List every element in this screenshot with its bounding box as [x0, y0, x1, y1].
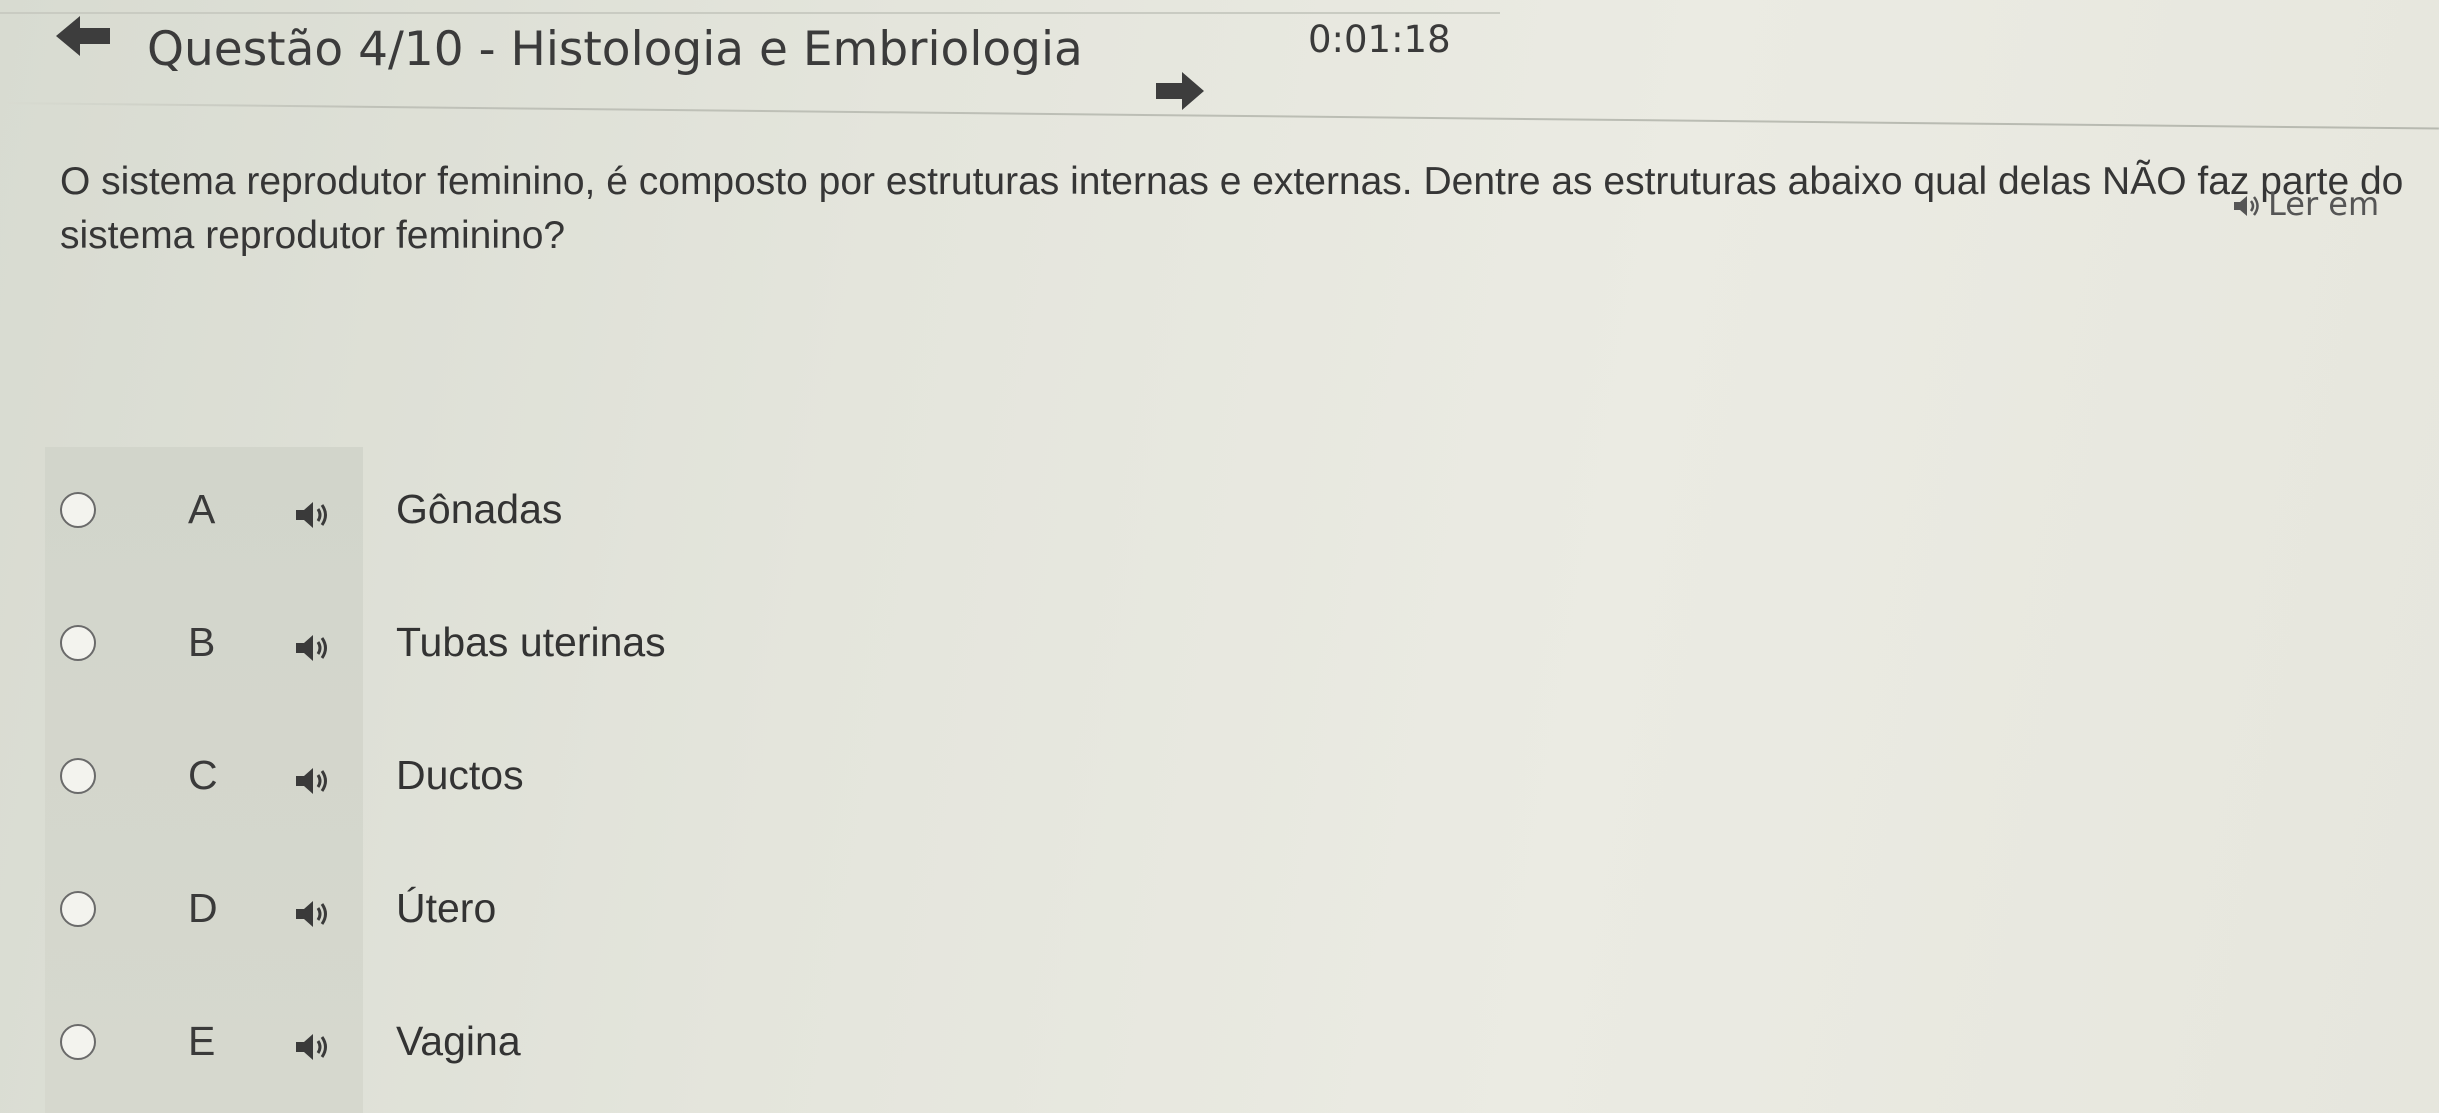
option-d[interactable]: D Útero: [60, 871, 1460, 951]
option-a[interactable]: A Gônadas: [60, 472, 1460, 552]
read-aloud-label: Ler em: [2268, 185, 2380, 223]
speaker-icon: [2234, 196, 2259, 216]
speaker-icon[interactable]: [288, 498, 338, 532]
timer: 0:01:18: [1308, 18, 1451, 61]
question-line-1: O sistema reprodutor feminino, é compost…: [60, 160, 2404, 203]
question-line-2: sistema reprodutor feminino?: [60, 214, 566, 257]
arrow-right-icon[interactable]: [1152, 66, 1208, 116]
option-letter: B: [188, 619, 216, 665]
speaker-icon[interactable]: [288, 1030, 338, 1064]
speaker-icon[interactable]: [288, 631, 338, 665]
speaker-icon[interactable]: [288, 897, 338, 931]
option-letter: D: [188, 885, 218, 931]
option-letter: A: [188, 486, 216, 532]
option-text: Ductos: [396, 752, 524, 798]
radio-button[interactable]: [60, 758, 96, 794]
option-e[interactable]: E Vagina: [60, 1004, 1460, 1084]
option-letter: C: [188, 752, 218, 798]
option-text: Útero: [396, 885, 497, 931]
read-aloud-button[interactable]: Ler em: [2232, 185, 2379, 223]
arrow-left-icon[interactable]: [52, 10, 114, 62]
header-divider: [0, 102, 2439, 130]
option-c[interactable]: C Ductos: [60, 738, 1460, 818]
option-text: Gônadas: [396, 486, 563, 532]
page-title: Questão 4/10 - Histologia e Embriologia: [147, 22, 1083, 77]
question-text: O sistema reprodutor feminino, é compost…: [60, 155, 2439, 263]
radio-button[interactable]: [60, 891, 96, 927]
option-text: Tubas uterinas: [396, 619, 666, 665]
radio-button[interactable]: [60, 1024, 96, 1060]
speaker-icon[interactable]: [288, 764, 338, 798]
option-b[interactable]: B Tubas uterinas: [60, 605, 1460, 685]
option-letter: E: [188, 1018, 216, 1064]
radio-button[interactable]: [60, 492, 96, 528]
option-text: Vagina: [396, 1018, 521, 1064]
top-divider: [0, 12, 1500, 14]
radio-button[interactable]: [60, 625, 96, 661]
